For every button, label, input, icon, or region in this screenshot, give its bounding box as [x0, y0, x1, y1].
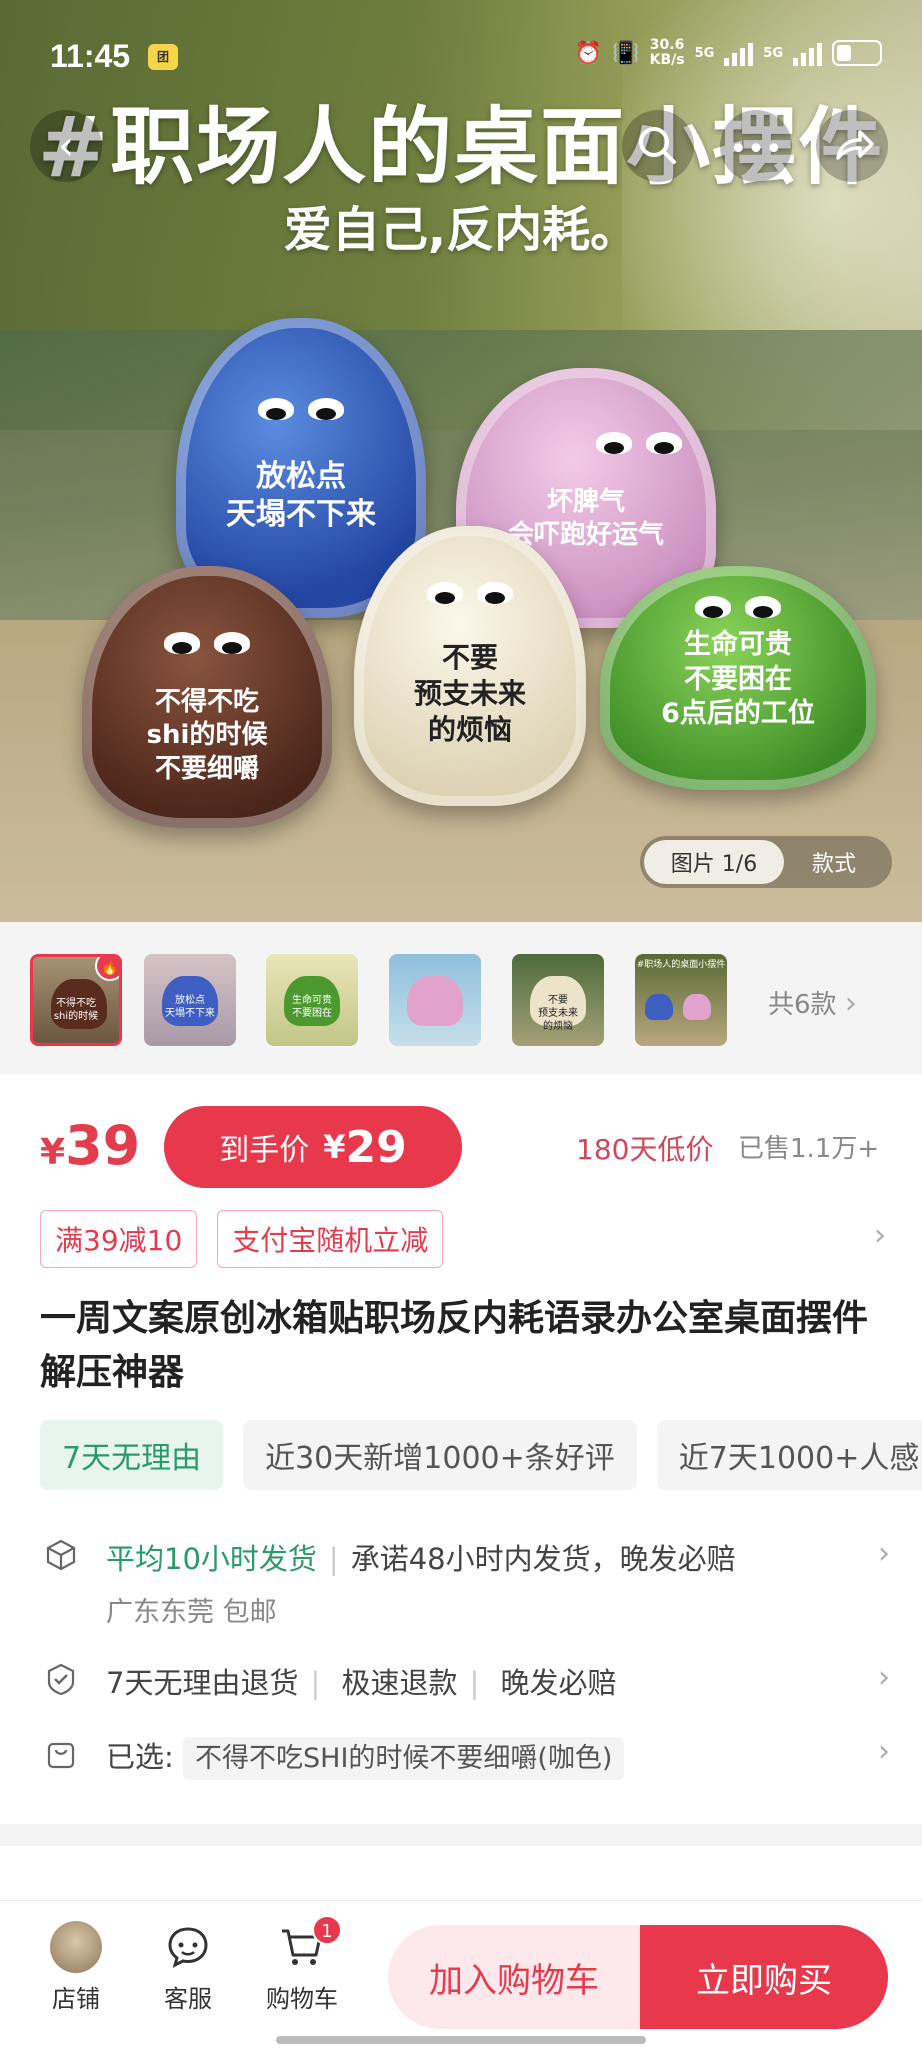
price: ¥39 — [40, 1114, 141, 1177]
section-divider — [0, 1824, 922, 1846]
hero-subline: 爱自己,反内耗。 — [283, 202, 639, 258]
product-info-card: ¥39 到手价 ¥29 180天低价 已售1.1万+ 满39减10 支付宝随机立… — [0, 1074, 922, 1824]
chevron-right-icon: › — [878, 1660, 890, 1695]
selected-variant-value: 不得不吃SHI的时候不要细嚼(咖色) — [183, 1737, 625, 1780]
more-icon: ••• — [729, 132, 783, 167]
shield-check-icon — [44, 1662, 78, 1696]
product-piece-cream: 不要 预支未来 的烦恼 — [354, 526, 586, 806]
vibrate-icon: 📳 — [612, 40, 640, 66]
chat-icon — [162, 1921, 214, 1973]
alarm-icon: ⏰ — [574, 40, 603, 66]
clock: 11:45 — [50, 38, 131, 74]
shipping-origin: 广东东莞 包邮 — [106, 1597, 277, 1628]
share-icon — [836, 130, 874, 160]
piece-text: 生命可贵 不要困在 6点后的工位 — [661, 629, 815, 730]
search-icon — [639, 127, 676, 164]
share-button[interactable] — [816, 110, 888, 182]
bag-icon — [44, 1736, 78, 1770]
cart-count-badge: 1 — [312, 1915, 342, 1945]
final-price-badge: 到手价 ¥29 — [164, 1106, 462, 1188]
cart-button[interactable]: 1 购物车 — [252, 1915, 352, 2014]
signal-icon — [724, 40, 754, 66]
variant-thumb[interactable]: 不要 预支未来 的烦恼 — [512, 954, 604, 1046]
photo-tab-switch[interactable]: 图片 1/6 款式 — [640, 836, 892, 888]
returns-row[interactable]: 7天无理由退货 | 极速退款 | 晚发必赔 › — [40, 1660, 890, 1700]
variant-thumb[interactable]: 生命可贵 不要困在 — [266, 954, 358, 1046]
chevron-right-icon: › — [878, 1536, 890, 1571]
product-piece-green: 生命可贵 不要困在 6点后的工位 — [600, 566, 876, 790]
customer-service-button[interactable]: 客服 — [138, 1921, 238, 2014]
highlight-tags: 7天无理由 近30天新增1000+条好评 近7天1000+人感 — [40, 1420, 922, 1490]
chevron-right-icon: › — [844, 986, 857, 1021]
network-type-2: 5G — [763, 45, 783, 61]
more-button[interactable]: ••• — [720, 110, 792, 182]
variant-thumbnail-strip: 不得不吃 shi的时候 🔥 放松点 天塌不下来 生命可贵 不要困在 不要 预支未… — [0, 922, 922, 1074]
add-to-cart-button[interactable]: 加入购物车 — [388, 1925, 640, 2029]
tab-photos[interactable]: 图片 1/6 — [644, 840, 784, 884]
tag[interactable]: 近30天新增1000+条好评 — [243, 1420, 637, 1490]
product-title: 一周文案原创冰箱贴职场反内耗语录办公室桌面摆件解压神器 — [40, 1298, 869, 1393]
search-button[interactable] — [622, 110, 694, 182]
coupon-list[interactable]: 满39减10 支付宝随机立减 — [40, 1210, 444, 1268]
buy-now-button[interactable]: 立即购买 — [640, 1925, 888, 2029]
package-icon — [44, 1538, 78, 1572]
variant-thumb[interactable] — [389, 954, 481, 1046]
tag[interactable]: 7天无理由 — [40, 1420, 224, 1490]
variant-thumb[interactable]: #职场人的桌面小摆件 — [635, 954, 727, 1046]
net-speed: 30.6 KB/s — [649, 37, 685, 68]
sold-count: 已售1.1万+ — [738, 1134, 880, 1164]
shop-avatar — [50, 1921, 102, 1973]
selected-variant-row[interactable]: 已选: 不得不吃SHI的时候不要细嚼(咖色) › — [40, 1734, 890, 1784]
bottom-action-bar: 店铺 客服 1 购物车 加入购物车 立即购买 — [0, 1900, 922, 2048]
fire-icon: 🔥 — [95, 957, 119, 981]
tag[interactable]: 近7天1000+人感 — [656, 1420, 922, 1490]
coupon[interactable]: 满39减10 — [40, 1210, 198, 1268]
variant-count-link[interactable]: 共6款 › — [768, 984, 857, 1021]
shipping-row[interactable]: 平均10小时发货 | 承诺48小时内发货，晚发必赔 广东东莞 包邮 › — [40, 1536, 890, 1628]
chevron-right-icon: › — [878, 1734, 890, 1769]
battery-icon — [832, 40, 882, 66]
chevron-right-icon[interactable]: › — [874, 1218, 886, 1253]
shop-button[interactable]: 店铺 — [26, 1921, 126, 2014]
tab-styles[interactable]: 款式 — [784, 840, 884, 884]
piece-text: 不得不吃 shi的时候 不要细嚼 — [146, 687, 268, 784]
coupon[interactable]: 支付宝随机立减 — [217, 1210, 444, 1268]
status-bar: 11:45 团 ⏰ 📳 30.6 KB/s 5G 5G — [0, 0, 922, 110]
notification-badge: 团 — [148, 44, 178, 70]
variant-thumb[interactable]: 放松点 天塌不下来 — [144, 954, 236, 1046]
network-type: 5G — [694, 45, 715, 61]
chevron-left-icon: ‹ — [58, 123, 74, 169]
back-button[interactable]: ‹ — [30, 110, 102, 182]
signal-icon-2 — [793, 40, 822, 66]
product-piece-brown: 不得不吃 shi的时候 不要细嚼 — [82, 566, 332, 828]
piece-text: 不要 预支未来 的烦恼 — [413, 641, 526, 746]
piece-text: 放松点 天塌不下来 — [226, 459, 376, 533]
price-row: ¥39 到手价 ¥29 180天低价 已售1.1万+ — [40, 1106, 890, 1190]
system-icons: ⏰ 📳 30.6 KB/s 5G 5G — [575, 38, 882, 68]
variant-thumb[interactable]: 不得不吃 shi的时候 🔥 — [30, 954, 122, 1046]
lowest-price-label: 180天低价 — [576, 1133, 714, 1166]
home-indicator[interactable] — [276, 2036, 646, 2044]
